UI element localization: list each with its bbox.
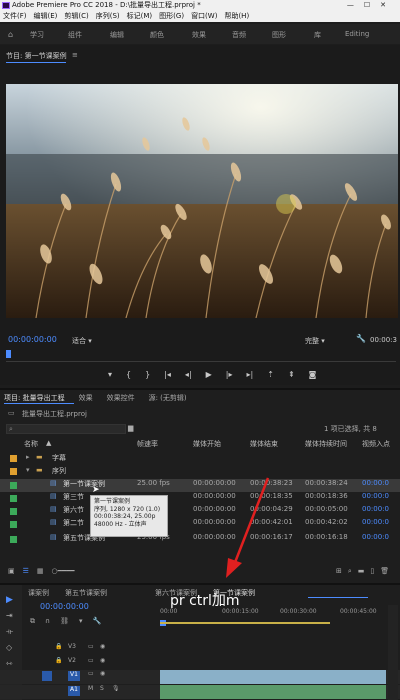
annotation-text: pr ctrl加m	[170, 593, 240, 609]
